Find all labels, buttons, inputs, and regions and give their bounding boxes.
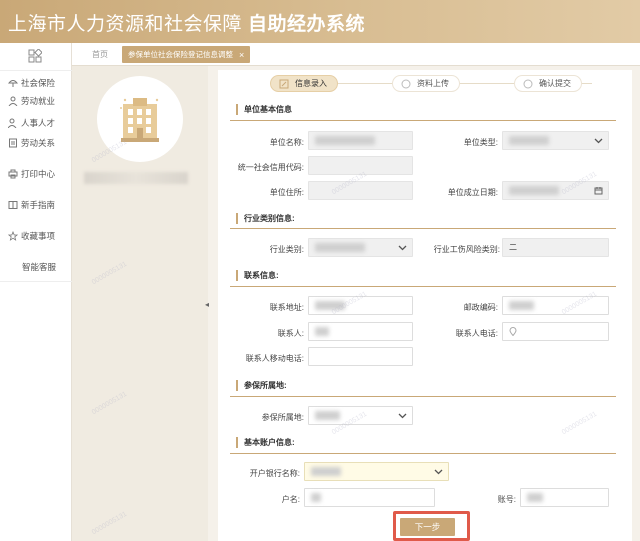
step-label: 信息录入 — [295, 79, 327, 88]
label-risk-type: 行业工伤风险类别: — [433, 245, 500, 254]
section-account: 基本账户信息: — [236, 437, 295, 448]
step-label: 确认提交 — [539, 79, 571, 88]
sidebar-item-label: 智能客服 — [22, 262, 57, 272]
unit-name-redacted — [84, 172, 188, 184]
section-industry: 行业类别信息: — [236, 213, 295, 224]
profile-panel — [72, 66, 208, 541]
chevron-down-icon — [398, 245, 407, 251]
step-indicator: 信息录入 资料上传 确认提交 — [218, 70, 632, 96]
postcode-field[interactable] — [502, 296, 609, 315]
label-contact-address: 联系地址: — [269, 303, 304, 312]
account-number-field[interactable] — [520, 488, 609, 507]
sidebar-item-label: 收藏事项 — [21, 231, 56, 241]
avatar — [97, 76, 183, 162]
app-header: 上海市人力资源和社会保障 自助经办系统 — [0, 0, 640, 43]
label-unit-address: 单位住所: — [269, 188, 304, 197]
collapse-arrow-icon[interactable]: ◂ — [205, 300, 209, 309]
label-contact-mobile: 联系人移动电话: — [245, 354, 304, 363]
step-label: 资料上传 — [417, 79, 449, 88]
label-established-date: 单位成立日期: — [447, 188, 498, 197]
confirm-icon — [523, 79, 533, 88]
label-account-number: 账号: — [497, 495, 516, 504]
grid-menu-icon[interactable] — [28, 49, 42, 63]
label-credit-code: 统一社会信用代码: — [237, 163, 304, 172]
label-unit-type: 单位类型: — [463, 138, 498, 147]
umbrella-icon — [8, 80, 18, 87]
step-info-entry: 信息录入 — [270, 75, 338, 92]
industry-type-select[interactable] — [308, 238, 413, 257]
sidebar: 社会保险 劳动就业 人事人才 劳动关系 打印中心 新手指南 收藏事项 智能客服 — [0, 43, 72, 541]
unit-address-field[interactable] — [308, 181, 413, 200]
tab-unit-info-adjust[interactable]: 参保单位社会保险登记信息调整 × — [122, 46, 251, 63]
sidebar-item-label: 打印中心 — [21, 169, 56, 179]
sidebar-item-label: 新手指南 — [21, 200, 56, 210]
close-icon[interactable]: × — [239, 50, 244, 60]
app-title: 上海市人力资源和社会保障 自助经办系统 — [8, 13, 366, 35]
sidebar-item-label: 劳动就业 — [21, 96, 56, 106]
star-icon — [8, 231, 18, 241]
printer-icon — [8, 169, 18, 179]
sidebar-item-label: 劳动关系 — [21, 138, 56, 148]
sidebar-item-employment[interactable]: 劳动就业 — [8, 94, 55, 108]
sidebar-item-personnel[interactable]: 人事人才 — [8, 116, 55, 130]
account-name-field[interactable] — [304, 488, 435, 507]
section-contact: 联系信息: — [236, 270, 279, 281]
label-contact-phone: 联系人电话: — [455, 329, 498, 338]
edit-icon — [279, 79, 289, 88]
label-insured-place: 参保所属地: — [261, 413, 304, 422]
upload-icon — [401, 79, 411, 88]
unit-name-field[interactable] — [308, 131, 413, 150]
chevron-down-icon — [398, 413, 407, 419]
sidebar-item-label: 社会保险 — [21, 78, 56, 88]
label-unit-name: 单位名称: — [269, 138, 304, 147]
label-industry-type: 行业类别: — [269, 245, 304, 254]
label-contact-person: 联系人: — [277, 329, 304, 338]
step-upload: 资料上传 — [392, 75, 460, 92]
bank-name-select[interactable] — [304, 462, 449, 481]
contact-address-field[interactable] — [308, 296, 413, 315]
contact-person-field[interactable] — [308, 322, 413, 341]
people-icon — [8, 118, 17, 128]
unit-type-select[interactable] — [502, 131, 609, 150]
document-icon — [9, 138, 17, 148]
label-bank-name: 开户银行名称: — [249, 469, 300, 478]
sidebar-item-favorites[interactable]: 收藏事项 — [8, 229, 55, 243]
sidebar-item-social-insurance[interactable]: 社会保险 — [8, 76, 55, 90]
building-icon — [120, 98, 159, 142]
step-confirm: 确认提交 — [514, 75, 582, 92]
established-date-field[interactable] — [502, 181, 609, 200]
credit-code-field[interactable] — [308, 156, 413, 175]
sidebar-item-smart-service[interactable]: 智能客服 — [22, 260, 56, 274]
section-basic-info: 单位基本信息 — [236, 104, 292, 115]
section-insured-place: 参保所属地: — [236, 380, 287, 391]
highlight-box — [393, 511, 470, 541]
sidebar-item-print-center[interactable]: 打印中心 — [8, 167, 55, 181]
label-account-name: 户名: — [281, 495, 300, 504]
contact-mobile-field[interactable] — [308, 347, 413, 366]
sidebar-item-beginner-guide[interactable]: 新手指南 — [8, 198, 55, 212]
location-pin-icon — [509, 327, 517, 336]
sidebar-item-label: 人事人才 — [21, 118, 56, 128]
person-icon — [8, 96, 18, 106]
chevron-down-icon — [594, 138, 603, 144]
insured-place-select[interactable] — [308, 406, 413, 425]
contact-phone-field[interactable] — [502, 322, 609, 341]
calendar-icon[interactable] — [594, 186, 603, 195]
tab-bar: 首页 参保单位社会保险登记信息调整 × — [72, 43, 640, 66]
book-icon — [8, 201, 18, 209]
chevron-down-icon — [434, 469, 443, 475]
sidebar-item-labor-relations[interactable]: 劳动关系 — [8, 136, 55, 150]
tab-home[interactable]: 首页 — [92, 49, 108, 60]
label-postcode: 邮政编码: — [463, 303, 498, 312]
risk-type-field[interactable]: 二 — [502, 238, 609, 257]
tab-label: 参保单位社会保险登记信息调整 — [128, 50, 233, 59]
